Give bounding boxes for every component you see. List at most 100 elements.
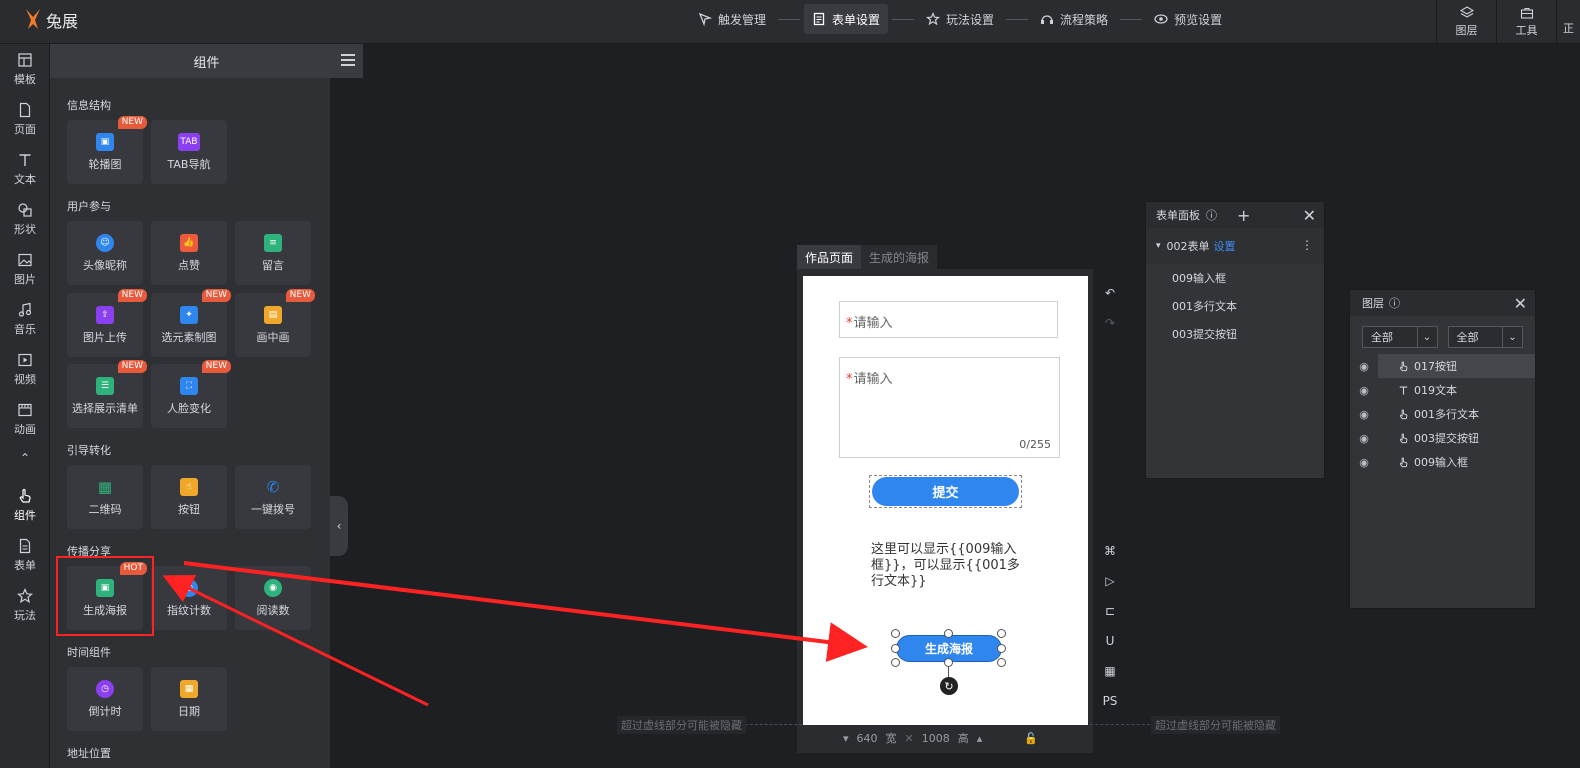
format-paint-icon[interactable]: ⊏ [1100,596,1120,626]
command-icon[interactable]: ⌘ [1100,536,1120,566]
layer-row[interactable]: ◉ 001多行文本 [1350,402,1535,426]
tab-work-page[interactable]: 作品页面 [797,245,862,269]
resize-handle[interactable] [997,658,1006,667]
hand-pointer-icon [1399,457,1408,467]
add-icon[interactable]: + [1237,206,1250,225]
tile-qr-code[interactable]: ▦ 二维码 [67,465,143,529]
step-trigger[interactable]: 触发管理 [690,4,774,34]
tile-comment[interactable]: ≡ 留言 [235,221,311,285]
text-input-field[interactable]: *请输入 [839,301,1058,338]
caret-down-icon[interactable]: ▾ [1156,241,1161,251]
layer-filter-select[interactable]: 全部 ⌄ [1362,326,1438,348]
tile-element-compose[interactable]: NEW ✦ 选元素制图 [151,289,231,357]
layer-row[interactable]: ◉ 009输入框 [1350,450,1535,474]
annotation-highlight-box [56,556,154,636]
truncated-button[interactable]: 正 [1556,0,1580,44]
tile-picture-in-picture[interactable]: NEW ▤ 画中画 [235,289,315,357]
rail-item-template[interactable]: 模板 [0,44,50,94]
rotate-handle-icon[interactable]: ↻ [940,677,958,695]
layer-row[interactable]: ◉ 019文本 [1350,378,1535,402]
close-icon[interactable]: ✕ [1514,294,1527,313]
eye-icon[interactable]: ◉ [1350,408,1378,421]
rail-item-video[interactable]: 视频 [0,344,50,394]
rail-item-text[interactable]: 文本 [0,144,50,194]
resize-handle[interactable] [944,629,953,638]
step-preview[interactable]: 预览设置 [1146,4,1230,34]
link-icon[interactable]: ✕ [905,732,914,745]
eye-icon[interactable]: ◉ [1350,432,1378,445]
tile-avatar[interactable]: ☺ 头像昵称 [67,221,143,285]
step-form[interactable]: 表单设置 [804,4,889,34]
upload-image-icon: ⇧ [96,305,114,324]
close-icon[interactable]: ✕ [1303,206,1316,225]
form-item[interactable]: 001多行文本 [1146,292,1324,320]
submit-button[interactable]: 提交 [872,477,1019,506]
rail-item-shape[interactable]: 形状 [0,194,50,244]
tile-date[interactable]: ▦ 日期 [151,667,227,731]
form-group-row[interactable]: ▾ 002表单 设置 ⋮ [1146,228,1324,264]
clipboard-icon: ☰ [96,376,114,395]
tile-face-change[interactable]: NEW ⛶ 人脸变化 [151,360,231,428]
phone-canvas[interactable]: *请输入 *请输入 0/255 提交 这里可以显示{{009输入 框}}，可以显… [803,276,1088,725]
eye-icon[interactable]: ◉ [1350,456,1378,469]
rail-item-form[interactable]: 表单 [0,530,50,580]
rail-item-music[interactable]: 音乐 [0,294,50,344]
eye-icon[interactable]: ◉ [1350,384,1378,397]
rail-item-gameplay[interactable]: 玩法 [0,580,50,630]
tools-button[interactable]: 工具 [1496,0,1556,44]
tile-one-tap-dial[interactable]: ✆ 一键拨号 [235,465,311,529]
resize-handle[interactable] [997,644,1006,653]
tile-carousel[interactable]: NEW ▣ 轮播图 [67,116,147,184]
step-flow[interactable]: 流程策略 [1032,4,1116,34]
rail-item-component[interactable]: 组件 [0,480,50,530]
layer-row[interactable]: ◉ 017按钮 [1350,354,1535,378]
width-value[interactable]: 640 [857,732,878,745]
form-item[interactable]: 003提交按钮 [1146,320,1324,348]
tile-image-upload[interactable]: NEW ⇧ 图片上传 [67,289,147,357]
form-settings-link[interactable]: 设置 [1214,238,1236,254]
undo-icon[interactable]: ↶ [1100,278,1120,308]
tile-select-list[interactable]: NEW ☰ 选择展示清单 [67,360,147,428]
new-badge: NEW [201,360,231,373]
app-logo[interactable]: 兔展 [22,7,78,33]
layer-row[interactable]: ◉ 003提交按钮 [1350,426,1535,450]
step-gameplay[interactable]: 玩法设置 [918,4,1002,34]
resize-handle[interactable] [997,629,1006,638]
resize-handle[interactable] [891,658,900,667]
multiline-text-field[interactable]: *请输入 0/255 [839,357,1060,458]
info-icon[interactable]: ⓘ [1389,295,1400,311]
lock-icon[interactable]: 🔓 [1024,732,1038,745]
resize-handle[interactable] [891,629,900,638]
caret-down-icon[interactable]: ▾ [843,732,849,745]
tile-countdown[interactable]: ◷ 倒计时 [67,667,143,731]
redo-icon[interactable]: ↷ [1100,308,1120,338]
tile-like[interactable]: 👍 点赞 [151,221,227,285]
menu-icon[interactable] [341,54,355,66]
height-value[interactable]: 1008 [922,732,950,745]
rail-item-page[interactable]: 页面 [0,94,50,144]
rail-item-image[interactable]: 图片 [0,244,50,294]
tile-tab-nav[interactable]: TAB TAB导航 [151,120,227,184]
hand-pointer-icon [19,488,31,503]
layers-button[interactable]: 图层 [1436,0,1496,44]
eye-icon[interactable]: ◉ [1350,360,1378,373]
tile-button[interactable]: ☝ 按钮 [151,465,227,529]
panel-collapse-handle[interactable]: ‹ [330,496,348,556]
rail-collapse-button[interactable]: ⌃ [0,444,50,472]
grid-icon[interactable]: ▦ [1100,656,1120,686]
ps-button[interactable]: PS [1100,686,1120,716]
template-text[interactable]: 这里可以显示{{009输入 框}}，可以显示{{001多 行文本}} [871,542,1031,590]
magnet-icon[interactable]: U [1100,626,1120,656]
rail-item-animation[interactable]: 动画 [0,394,50,444]
tile-fingerprint-count[interactable]: ◎ 指纹计数 [151,566,227,630]
form-item[interactable]: 009输入框 [1146,264,1324,292]
tile-label: 轮播图 [88,157,122,171]
layer-type-select[interactable]: 全部 ⌄ [1447,326,1523,348]
tab-generated-poster[interactable]: 生成的海报 [861,245,938,269]
tile-read-count[interactable]: ◉ 阅读数 [235,566,311,630]
caret-up-icon[interactable]: ▴ [977,732,983,745]
play-icon[interactable]: ▷ [1100,566,1120,596]
more-icon[interactable]: ⋮ [1301,238,1313,252]
info-icon[interactable]: ⓘ [1206,207,1217,223]
resize-handle[interactable] [891,644,900,653]
